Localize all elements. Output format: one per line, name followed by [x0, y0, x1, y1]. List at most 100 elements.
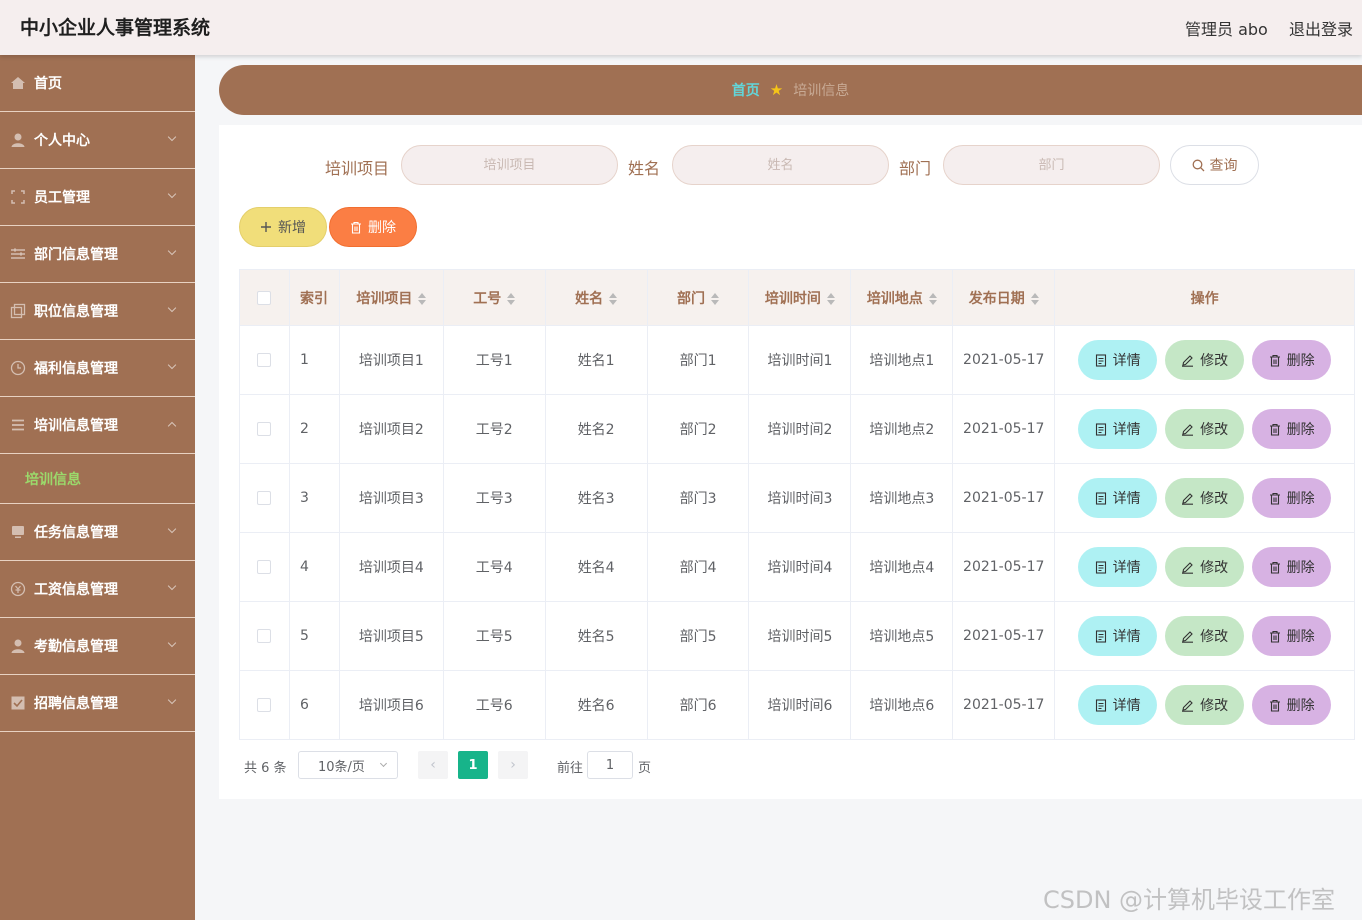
column-header-sortable[interactable]: 培训时间	[748, 269, 852, 326]
table-row: 4 培训项目4 工号4 姓名4 部门4 培训时间4 培训地点4 2021-05-17 详情 修改 删…	[239, 532, 1355, 602]
table-cell: 培训地点2	[850, 394, 954, 464]
column-header: 索引	[288, 269, 340, 326]
table-row: 5 培训项目5 工号5 姓名5 部门5 培训时间5 培训地点5 2021-05-17 详情 修改 删…	[239, 601, 1355, 671]
row-checkbox[interactable]	[257, 491, 272, 505]
sidebar-item-position[interactable]: 职位信息管理	[0, 283, 195, 340]
row-select-cell	[239, 394, 290, 464]
search-icon	[1192, 159, 1205, 172]
sidebar-subitem-training-info[interactable]: 培训信息	[0, 454, 195, 504]
table-cell: 姓名3	[544, 463, 648, 533]
row-checkbox[interactable]	[257, 560, 272, 574]
detail-button-label: 详情	[1112, 353, 1141, 369]
search-input-name[interactable]	[672, 145, 889, 185]
sort-icon	[507, 292, 516, 305]
row-checkbox[interactable]	[257, 353, 272, 367]
edit-button-label: 修改	[1200, 560, 1229, 576]
delete-button-label: 删除	[1286, 698, 1315, 714]
table-cell: 部门1	[646, 325, 750, 395]
edit-button-label: 修改	[1200, 629, 1229, 645]
table-cell: 培训地点1	[850, 325, 954, 395]
page-number-current[interactable]: 1	[458, 751, 488, 779]
next-page-button[interactable]: ›	[498, 751, 528, 779]
sidebar-item-salary[interactable]: 工资信息管理	[0, 561, 195, 618]
table-cell: 培训项目4	[338, 532, 444, 602]
delete-button[interactable]: 删除	[1252, 547, 1332, 587]
table-cell: 工号5	[442, 601, 546, 671]
row-select-cell	[239, 325, 290, 395]
search-input-department[interactable]	[943, 145, 1160, 185]
table-cell: 培训项目6	[338, 670, 444, 740]
row-select-cell	[239, 532, 290, 602]
column-header-sortable[interactable]: 培训项目	[338, 269, 444, 326]
list-icon	[10, 417, 26, 433]
query-button[interactable]: 查询	[1170, 145, 1259, 185]
sidebar-item-task[interactable]: 任务信息管理	[0, 504, 195, 561]
table-cell: 培训项目2	[338, 394, 444, 464]
sidebar-item-home[interactable]: 首页	[0, 55, 195, 112]
breadcrumb: 首页 ★ 培训信息	[219, 65, 1362, 115]
breadcrumb-home[interactable]: 首页	[732, 80, 760, 100]
sidebar-item-personal-center[interactable]: 个人中心	[0, 112, 195, 169]
row-actions-cell: 详情 修改 删除	[1054, 532, 1355, 602]
search-label-training-item: 培训项目	[325, 159, 390, 178]
logout-button[interactable]: 退出登录	[1289, 16, 1353, 40]
detail-button-label: 详情	[1112, 491, 1141, 507]
add-button[interactable]: 新增	[239, 207, 327, 247]
table-cell: 姓名5	[544, 601, 648, 671]
delete-button[interactable]: 删除	[1252, 340, 1332, 380]
goto-label: 前往	[557, 761, 584, 776]
detail-button[interactable]: 详情	[1078, 409, 1158, 449]
clock-icon	[10, 360, 26, 376]
sort-icon	[826, 292, 835, 305]
table-cell: 工号3	[442, 463, 546, 533]
edit-button[interactable]: 修改	[1165, 409, 1245, 449]
delete-button[interactable]: 删除	[1252, 616, 1332, 656]
select-all-cell	[239, 269, 290, 326]
checkbox-icon	[10, 695, 26, 711]
training-table: 索引 培训项目 工号 姓名 部门 培训时间 培训地点 发布日期 操作 1 培训项目…	[239, 269, 1355, 740]
row-checkbox[interactable]	[257, 629, 272, 643]
edit-button[interactable]: 修改	[1165, 478, 1245, 518]
search-input-training-item[interactable]	[401, 145, 618, 185]
delete-button[interactable]: 删除	[1252, 409, 1332, 449]
detail-button[interactable]: 详情	[1078, 478, 1158, 518]
detail-button[interactable]: 详情	[1078, 547, 1158, 587]
page-size-select[interactable]: 10条/页	[298, 751, 398, 779]
edit-icon	[1181, 354, 1200, 367]
delete-button[interactable]: 删除	[1252, 478, 1332, 518]
column-header-sortable[interactable]: 发布日期	[952, 269, 1056, 326]
column-header-sortable[interactable]: 部门	[646, 269, 750, 326]
star-icon: ★	[769, 81, 784, 99]
column-header-sortable[interactable]: 培训地点	[850, 269, 954, 326]
column-header-sortable[interactable]: 工号	[442, 269, 546, 326]
batch-delete-button[interactable]: 删除	[329, 207, 417, 247]
delete-button[interactable]: 删除	[1252, 685, 1332, 725]
sidebar-item-department[interactable]: 部门信息管理	[0, 226, 195, 283]
sidebar-item-recruitment[interactable]: 招聘信息管理	[0, 675, 195, 732]
trash-icon	[350, 221, 362, 234]
detail-button[interactable]: 详情	[1078, 340, 1158, 380]
trash-icon	[1269, 561, 1287, 574]
row-checkbox[interactable]	[257, 422, 272, 436]
edit-button[interactable]: 修改	[1165, 616, 1245, 656]
sidebar-item-employee[interactable]: 员工管理	[0, 169, 195, 226]
edit-button[interactable]: 修改	[1165, 340, 1245, 380]
edit-button[interactable]: 修改	[1165, 547, 1245, 587]
sidebar-item-training[interactable]: 培训信息管理	[0, 397, 195, 454]
goto-page-input[interactable]	[587, 751, 633, 779]
table-cell: 工号1	[442, 325, 546, 395]
detail-button[interactable]: 详情	[1078, 616, 1158, 656]
sort-icon	[609, 292, 618, 305]
select-all-checkbox[interactable]	[257, 290, 272, 305]
sidebar-item-attendance[interactable]: 考勤信息管理	[0, 618, 195, 675]
prev-page-button[interactable]: ‹	[418, 751, 448, 779]
row-checkbox[interactable]	[257, 698, 272, 712]
sidebar-item-welfare[interactable]: 福利信息管理	[0, 340, 195, 397]
edit-button[interactable]: 修改	[1165, 685, 1245, 725]
app-title: 中小企业人事管理系统	[20, 17, 211, 39]
detail-button[interactable]: 详情	[1078, 685, 1158, 725]
table-cell: 工号2	[442, 394, 546, 464]
trash-icon	[1269, 354, 1287, 367]
column-header-sortable[interactable]: 姓名	[544, 269, 648, 326]
table-cell: 4	[288, 532, 340, 602]
